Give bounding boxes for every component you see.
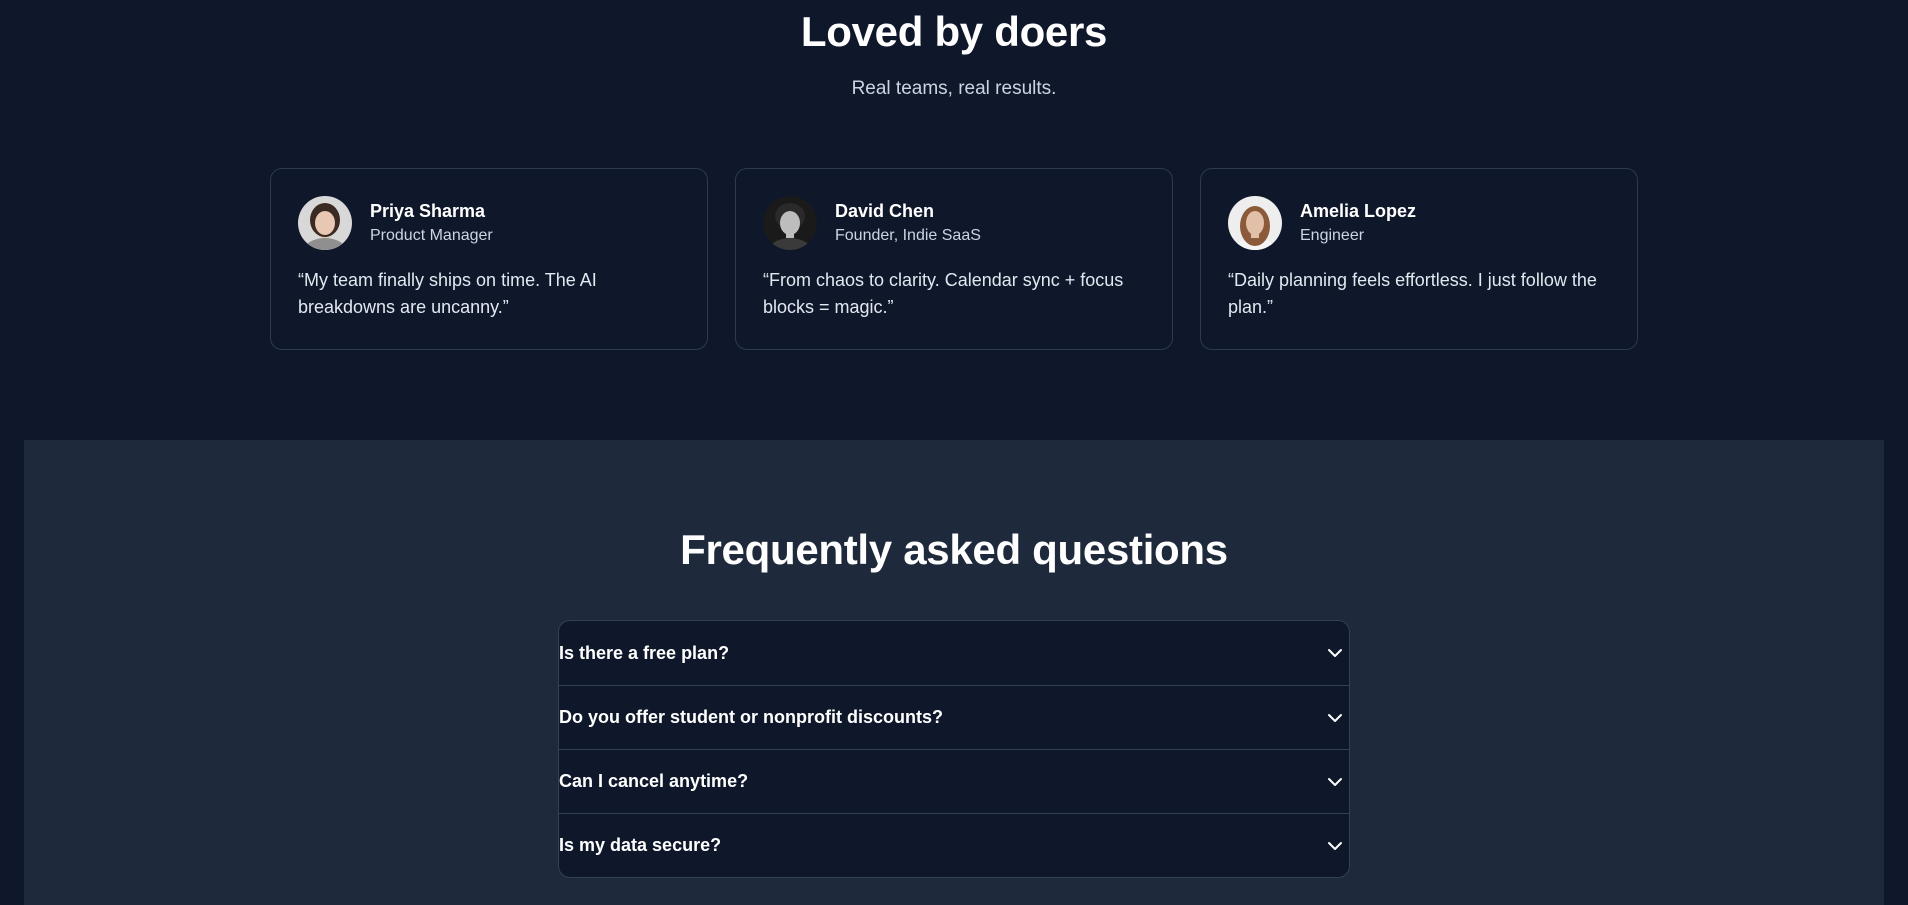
- person-name: David Chen: [835, 200, 935, 221]
- testimonial-quote: “Daily planning feels effortless. I just…: [1228, 270, 1597, 317]
- faq-question: Do you offer student or nonprofit discou…: [559, 707, 943, 727]
- testimonial-card: Priya Sharma Product Manager “My team fi…: [270, 168, 708, 350]
- testimonials-subtitle: Real teams, real results.: [851, 78, 1057, 99]
- avatar: [763, 196, 817, 250]
- person-role: Product Manager: [370, 226, 493, 244]
- person-name: Amelia Lopez: [1300, 200, 1417, 221]
- chevron-down-icon[interactable]: [1323, 770, 1347, 794]
- person-info: Priya Sharma Product Manager: [370, 199, 493, 248]
- person-role: Engineer: [1300, 226, 1365, 244]
- testimonials-section: Loved by doers Real teams, real results.…: [0, 0, 1908, 440]
- testimonial-card: David Chen Founder, Indie SaaS “From cha…: [735, 168, 1173, 350]
- chevron-down-icon[interactable]: [1323, 641, 1347, 665]
- faq-item-data-security[interactable]: Is my data secure?: [559, 813, 1349, 877]
- faq-title: Frequently asked questions: [680, 526, 1228, 573]
- testimonial-header: Priya Sharma Product Manager: [298, 196, 680, 250]
- faq-question: Is my data secure?: [559, 835, 722, 855]
- faq-item-cancel[interactable]: Can I cancel anytime?: [559, 749, 1349, 813]
- faq-item-discounts[interactable]: Do you offer student or nonprofit discou…: [559, 685, 1349, 749]
- testimonial-header: David Chen Founder, Indie SaaS: [763, 196, 1145, 250]
- avatar: [298, 196, 352, 250]
- page: Loved by doers Real teams, real results.…: [0, 0, 1908, 905]
- testimonial-quote: “From chaos to clarity. Calendar sync + …: [763, 270, 1124, 317]
- faq-item-free-plan[interactable]: Is there a free plan?: [559, 621, 1349, 685]
- faq-question: Can I cancel anytime?: [559, 771, 749, 791]
- testimonials-title: Loved by doers: [800, 8, 1108, 55]
- testimonial-card: Amelia Lopez Engineer “Daily planning fe…: [1200, 168, 1638, 350]
- testimonial-cards: Priya Sharma Product Manager “My team fi…: [270, 168, 1638, 350]
- faq-section: Frequently asked questions Is there a fr…: [24, 440, 1884, 905]
- faq-question: Is there a free plan?: [559, 642, 730, 663]
- person-info: David Chen Founder, Indie SaaS: [835, 199, 981, 248]
- person-info: Amelia Lopez Engineer: [1300, 199, 1416, 248]
- faq-accordion: Is there a free plan? Do you offer stude…: [558, 620, 1350, 878]
- person-role: Founder, Indie SaaS: [835, 226, 981, 244]
- testimonial-header: Amelia Lopez Engineer: [1228, 196, 1610, 250]
- testimonial-quote: “My team finally ships on time. The AI b…: [298, 270, 597, 317]
- chevron-down-icon[interactable]: [1323, 706, 1347, 730]
- chevron-down-icon[interactable]: [1323, 834, 1347, 858]
- avatar: [1228, 196, 1282, 250]
- person-name: Priya Sharma: [370, 200, 486, 221]
